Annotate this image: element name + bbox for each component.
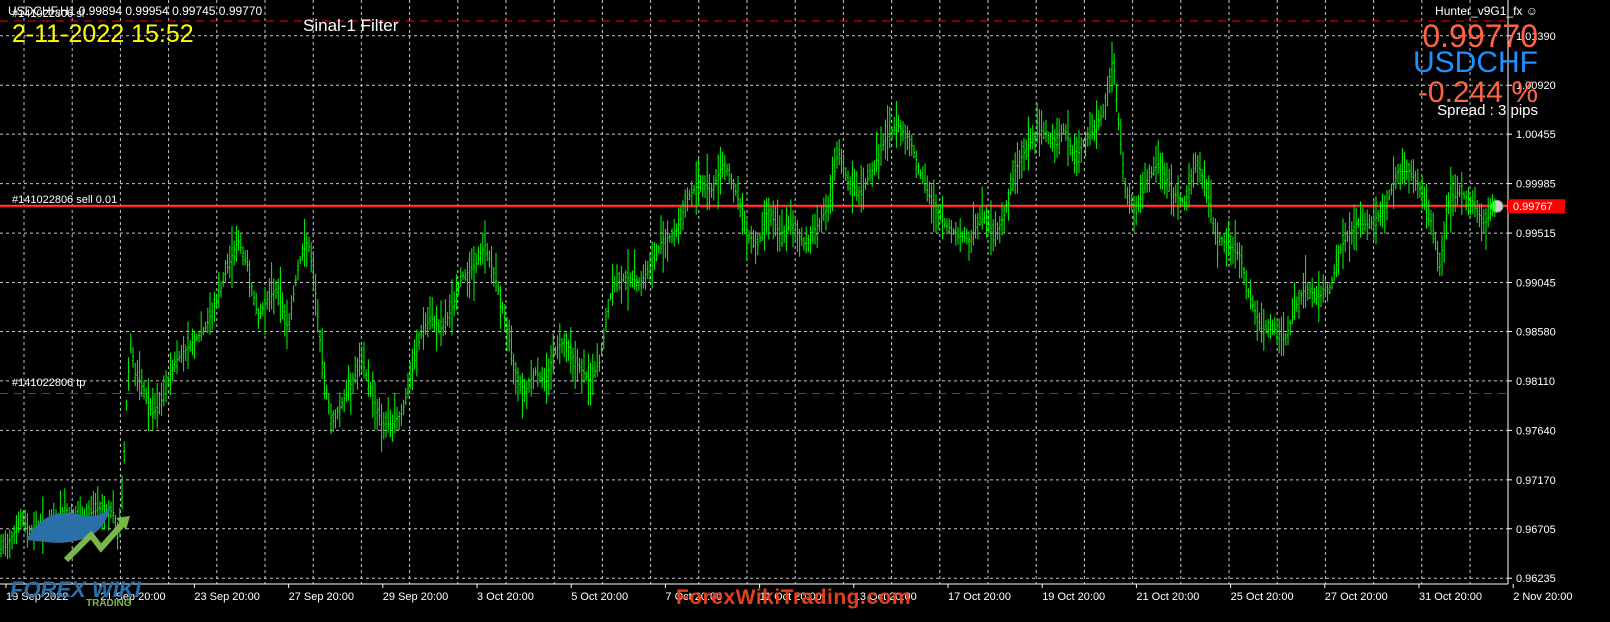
- y-tick-label: 0.96705: [1516, 524, 1556, 536]
- x-tick-label: 5 Oct 20:00: [571, 591, 628, 603]
- x-tick-label: 25 Oct 20:00: [1231, 591, 1294, 603]
- indicator-name: Sinal-1 Filter: [303, 16, 399, 35]
- y-tick-label: 0.98580: [1516, 326, 1556, 338]
- x-tick-label: 31 Oct 20:00: [1419, 591, 1482, 603]
- stop-loss-label[interactable]: #141022806 sl: [12, 8, 84, 20]
- watermark-text: ForexWikiTrading.com: [676, 586, 912, 609]
- sell-order-label[interactable]: #141022806 sell 0.01: [12, 194, 117, 206]
- x-tick-label: 17 Oct 20:00: [948, 591, 1011, 603]
- take-profit-label[interactable]: #141022806 tp: [12, 377, 85, 389]
- y-tick-label: 0.99045: [1516, 278, 1556, 290]
- x-tick-label: 19 Oct 20:00: [1042, 591, 1105, 603]
- y-tick-label: 0.96235: [1516, 573, 1556, 585]
- y-tick-label: 0.99985: [1516, 179, 1556, 191]
- x-tick-label: 2 Nov 20:00: [1513, 591, 1572, 603]
- chart-grid: [0, 0, 1508, 584]
- x-tick-label: 3 Oct 20:00: [477, 591, 534, 603]
- spread-info: Spread : 3 pips: [1437, 102, 1538, 119]
- ohlc-bars: [0, 41, 1496, 560]
- x-tick-label: 23 Sep 20:00: [194, 591, 259, 603]
- symbol-name: USDCHF: [1413, 46, 1538, 79]
- bid-price-label: 0.99767: [1513, 201, 1553, 213]
- expert-advisor-label[interactable]: Hunter_v9G1_fx ☺: [1435, 4, 1538, 18]
- price-bars: [0, 41, 1496, 560]
- x-tick-label: 29 Sep 20:00: [383, 591, 448, 603]
- x-tick-label: 27 Sep 20:00: [289, 591, 354, 603]
- y-tick-label: 0.97640: [1516, 425, 1556, 437]
- logo-subtext: TRADING: [86, 598, 132, 609]
- x-tick-label: 27 Oct 20:00: [1325, 591, 1388, 603]
- datetime-display: 2-11-2022 15:52: [12, 20, 194, 48]
- bull-icon: [26, 505, 111, 543]
- y-tick-label: 0.99515: [1516, 228, 1556, 240]
- y-tick-label: 0.98110: [1516, 376, 1555, 388]
- y-tick-label: 0.97170: [1516, 475, 1556, 487]
- x-tick-label: 21 Oct 20:00: [1136, 591, 1199, 603]
- y-tick-label: 1.00455: [1516, 129, 1556, 141]
- price-chart[interactable]: 1.013901.009201.004550.999850.995150.990…: [0, 0, 1610, 622]
